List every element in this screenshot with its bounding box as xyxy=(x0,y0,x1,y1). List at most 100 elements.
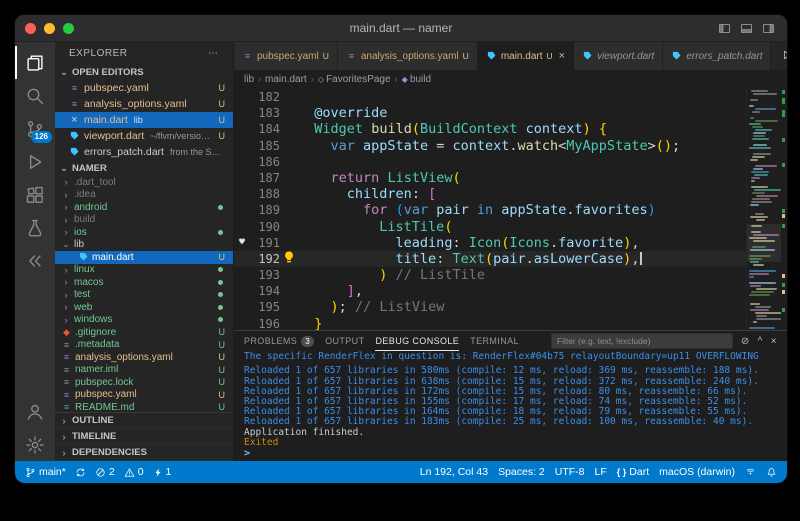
open-editor-item[interactable]: errors_patch.dartfrom the SDK xyxy=(55,144,233,160)
activity-settings-icon[interactable] xyxy=(15,428,55,461)
chevron-down-icon: ⌄ xyxy=(61,239,71,250)
tree-item-ios[interactable]: ›ios xyxy=(55,226,233,239)
chevron-right-icon: › xyxy=(59,448,69,458)
section-outline[interactable]: ›OUTLINE xyxy=(55,413,233,429)
activity-account-icon[interactable] xyxy=(15,395,55,428)
minimap-slider[interactable] xyxy=(747,224,781,262)
breadcrum-item[interactable]: ◆ build xyxy=(402,74,432,85)
code-editor[interactable]: 182183 @override184 Widget build(BuildCo… xyxy=(234,88,787,330)
breadcrumb-separator: › xyxy=(395,74,398,84)
tree-item-pubspec-yaml[interactable]: ≡pubspec.yamlU xyxy=(55,389,233,402)
close-window-button[interactable] xyxy=(25,23,36,34)
section-dependencies[interactable]: ›DEPENDENCIES xyxy=(55,445,233,461)
status-left-0[interactable]: 0 xyxy=(124,466,144,478)
breadcrum-item[interactable]: main.dart xyxy=(265,74,307,85)
activity-search-icon[interactable] xyxy=(15,79,55,112)
status-right-spaces-2[interactable]: Spaces: 2 xyxy=(498,466,545,478)
tree-item-pubspec-lock[interactable]: ≡pubspec.lockU xyxy=(55,376,233,389)
activity-bar: 126 xyxy=(15,42,55,461)
status-left-sync[interactable] xyxy=(75,467,86,478)
run-menu-icon[interactable] xyxy=(781,49,787,64)
chevron-right-icon: › xyxy=(61,290,71,300)
tree-item--idea[interactable]: ›.idea xyxy=(55,189,233,202)
open-editor-item[interactable]: viewport.dart~/flvm/versions/stable/pack… xyxy=(55,128,233,144)
clear-console-icon[interactable]: ⊘ xyxy=(741,336,750,347)
tree-item-analysis-options-yaml[interactable]: ≡analysis_options.yamlU xyxy=(55,351,233,364)
status-right: Ln 192, Col 43 Spaces: 2 UTF-8 LF { }Dart mac… xyxy=(410,466,777,478)
open-editor-item[interactable]: ≡analysis_options.yamlU xyxy=(55,96,233,112)
layout-right-toggle-icon[interactable] xyxy=(762,22,775,35)
debug-console-input[interactable]: > xyxy=(244,448,787,461)
tab-errors-patch-dart[interactable]: errors_patch.dart xyxy=(663,42,771,70)
tree-item-main-dart[interactable]: main.dartU xyxy=(55,251,233,264)
minimap[interactable] xyxy=(746,88,781,330)
tree-item--dart-tool[interactable]: ›.dart_tool xyxy=(55,176,233,189)
section-timeline[interactable]: ›TIMELINE xyxy=(55,429,233,445)
close-panel-icon[interactable]: × xyxy=(771,336,777,347)
project-header[interactable]: ⌄ NAMER xyxy=(55,160,233,176)
code-line-184: 184 Widget build(BuildContext context) { xyxy=(234,121,746,137)
tree-item-linux[interactable]: ›linux xyxy=(55,264,233,277)
activity-double-chevron-icon[interactable] xyxy=(15,244,55,277)
tree-item-build[interactable]: ›build xyxy=(55,214,233,227)
chevron-right-icon: › xyxy=(61,177,71,187)
open-editor-item[interactable]: ≡pubspec.yamlU xyxy=(55,80,233,96)
status-right-bell[interactable] xyxy=(766,467,777,478)
tree-item-web[interactable]: ›web xyxy=(55,301,233,314)
panel-tab-debug-console[interactable]: DEBUG CONSOLE xyxy=(375,331,459,351)
activity-explorer-icon[interactable] xyxy=(15,46,55,79)
git-changes-dot xyxy=(218,205,223,210)
panel-tab-problems[interactable]: PROBLEMS3 xyxy=(244,331,314,351)
tab-pubspec-yaml[interactable]: ≡pubspec.yamlU xyxy=(234,42,338,70)
code-line-182: 182 xyxy=(234,89,746,105)
tab-main-dart[interactable]: main.dartU× xyxy=(478,42,574,70)
sidebar-title-label: EXPLORER xyxy=(69,48,127,59)
tree-item-lib[interactable]: ⌄lib xyxy=(55,239,233,252)
tree-item-android[interactable]: ›android xyxy=(55,201,233,214)
layout-left-toggle-icon[interactable] xyxy=(718,22,731,35)
tree-item-label: .idea xyxy=(74,189,96,200)
open-editor-item[interactable]: ×main.dartlibU xyxy=(55,112,233,128)
panel-tab-terminal[interactable]: TERMINAL xyxy=(470,331,519,351)
tree-item-readme-md[interactable]: ≡README.mdU xyxy=(55,401,233,412)
open-editors-header[interactable]: ⌄ OPEN EDITORS xyxy=(55,64,233,80)
tree-item-macos[interactable]: ›macos xyxy=(55,276,233,289)
console-filter-input[interactable] xyxy=(551,333,733,349)
git-changes-dot xyxy=(218,230,223,235)
tree-item-namer-iml[interactable]: ≡namer.imlU xyxy=(55,364,233,377)
status-left-main[interactable]: main* xyxy=(25,466,66,478)
minimize-window-button[interactable] xyxy=(44,23,55,34)
status-right-lf[interactable]: LF xyxy=(595,466,607,478)
tab-viewport-dart[interactable]: viewport.dart xyxy=(574,42,663,70)
chevron-right-icon: › xyxy=(61,202,71,212)
close-tab-icon[interactable]: × xyxy=(559,50,565,62)
line-number: 184 xyxy=(250,121,280,137)
explorer-more-actions-icon[interactable]: ⋯ xyxy=(208,48,219,59)
code-line-187: 187 return ListView( xyxy=(234,170,746,186)
activity-testing-icon[interactable] xyxy=(15,211,55,244)
status-right-broadcast[interactable] xyxy=(745,467,756,478)
status-left-1[interactable]: 1 xyxy=(153,466,172,478)
status-right-macos-darwin[interactable]: macOS (darwin) xyxy=(659,466,735,478)
status-right-utf-8[interactable]: UTF-8 xyxy=(555,466,585,478)
breadcrum-item[interactable]: ◇ FavoritesPage xyxy=(318,74,391,85)
tree-item-windows[interactable]: ›windows xyxy=(55,314,233,327)
activity-extensions-icon[interactable] xyxy=(15,178,55,211)
breadcrum-item[interactable]: lib xyxy=(244,74,254,85)
zoom-window-button[interactable] xyxy=(63,23,74,34)
activity-run-debug-icon[interactable] xyxy=(15,145,55,178)
tab-label: pubspec.yaml xyxy=(257,51,319,62)
status-right-dart[interactable]: { }Dart xyxy=(617,466,649,478)
maximize-panel-icon[interactable]: ^ xyxy=(758,336,763,347)
explorer-sidebar: EXPLORER ⋯ ⌄ OPEN EDITORS ≡pubspec.yamlU… xyxy=(55,42,234,461)
status-left-2[interactable]: 2 xyxy=(95,466,115,478)
tab-analysis-options-yaml[interactable]: ≡analysis_options.yamlU xyxy=(338,42,478,70)
activity-source-control-icon[interactable]: 126 xyxy=(15,112,55,145)
layout-bottom-toggle-icon[interactable] xyxy=(740,22,753,35)
tree-item--gitignore[interactable]: ◆.gitignoreU xyxy=(55,326,233,339)
tree-item-test[interactable]: ›test xyxy=(55,289,233,302)
status-right-ln-192-col-43[interactable]: Ln 192, Col 43 xyxy=(420,466,488,478)
tree-item--metadata[interactable]: ≡.metadataU xyxy=(55,339,233,352)
lightbulb-icon[interactable] xyxy=(280,251,298,267)
panel-tab-output[interactable]: OUTPUT xyxy=(325,331,364,351)
